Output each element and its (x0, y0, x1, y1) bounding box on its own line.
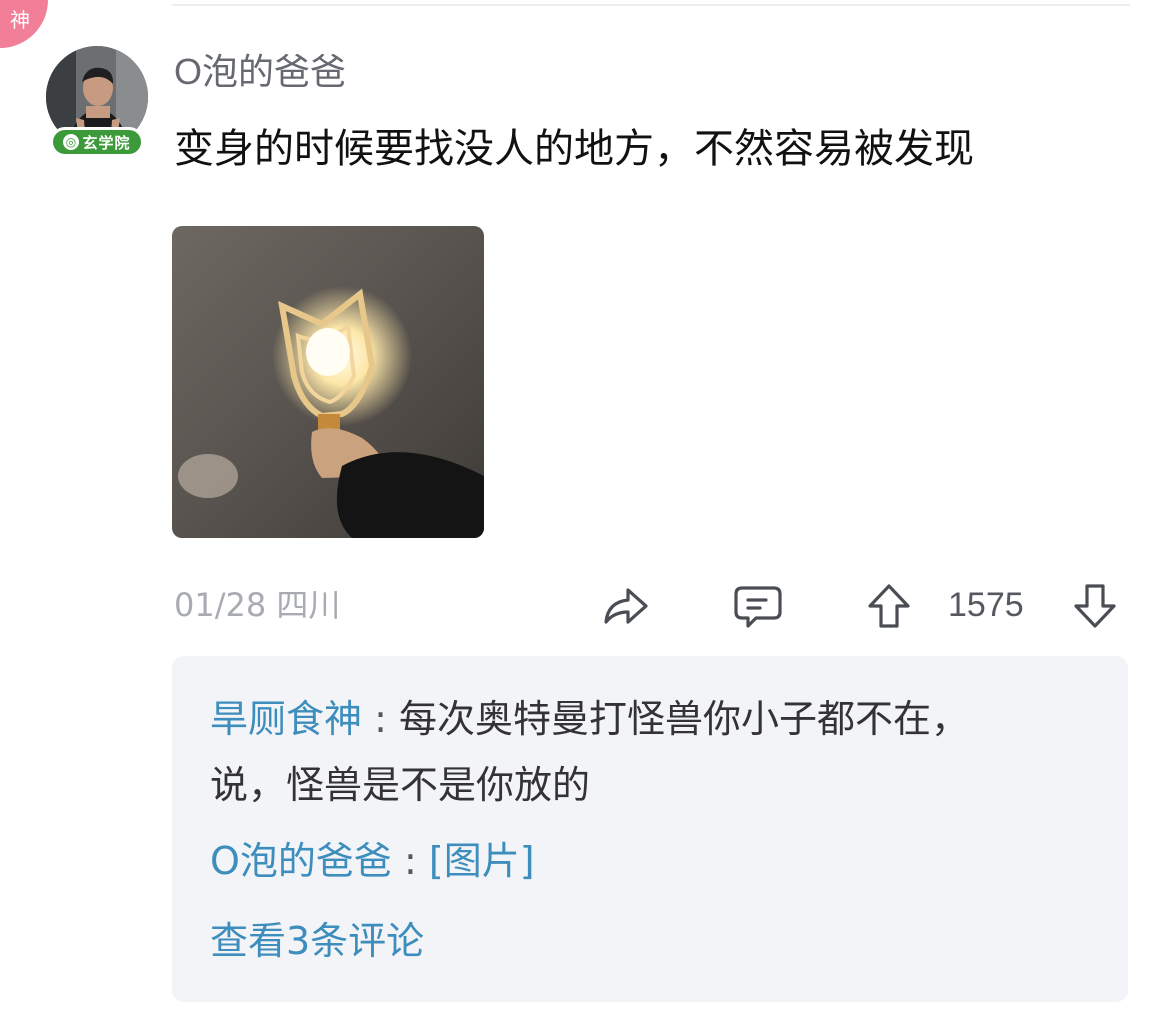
post-date: 01/28 (174, 586, 267, 624)
comment-text-continued: 说，怪兽是不是你放的 (210, 763, 591, 807)
share-button[interactable] (600, 582, 652, 630)
post-meta: 01/28 四川 (174, 584, 340, 626)
author-tag-badge: ◎ 玄学院 (50, 127, 144, 157)
tag-swirl-icon: ◎ (63, 134, 80, 150)
downvote-button[interactable] (1070, 582, 1120, 630)
post-image[interactable] (172, 226, 484, 538)
post-card: 神 ◎ 玄学院 O泡的爸爸 变身的时候要找没人的地方，不然容易被发现 01/28… (0, 0, 1176, 1022)
post-location: 四川 (276, 586, 341, 624)
author-tag-label: 玄学院 (82, 133, 131, 152)
share-arrow-icon (604, 588, 648, 624)
comment-author[interactable]: O泡的爸爸 (210, 839, 392, 883)
comment-image-link[interactable]: [图片] (429, 839, 535, 883)
vote-count: 1575 (948, 586, 1024, 624)
arrow-down-icon (1074, 584, 1116, 628)
post-author-name[interactable]: O泡的爸爸 (174, 50, 346, 94)
top-divider (172, 4, 1130, 6)
comment-item: O泡的爸爸 : [图片] (210, 830, 535, 892)
comment-separator: : (404, 839, 417, 883)
comment-bubble-icon (734, 586, 782, 628)
god-badge-label: 神 (10, 8, 30, 32)
upvote-button[interactable] (864, 582, 914, 630)
comment-author[interactable]: 旱厕食神 (210, 697, 362, 741)
arrow-up-icon (868, 584, 910, 628)
god-comment-badge: 神 (0, 0, 48, 48)
comment-separator: : (374, 697, 387, 741)
comment-button[interactable] (732, 582, 784, 630)
view-more-comments-link[interactable]: 查看3条评论 (210, 910, 424, 972)
comment-text: 每次奥特曼打怪兽你小子都不在， (399, 697, 970, 741)
post-text: 变身的时候要找没人的地方，不然容易被发现 (174, 126, 974, 172)
comment-item: 旱厕食神 : 每次奥特曼打怪兽你小子都不在， (210, 688, 969, 750)
